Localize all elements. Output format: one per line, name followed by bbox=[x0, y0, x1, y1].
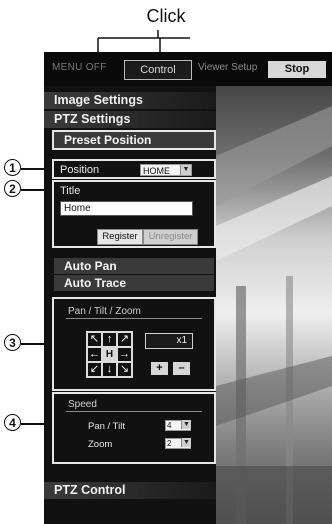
pan-up-right-icon[interactable]: ↗ bbox=[118, 333, 131, 346]
click-annotation-bracket bbox=[97, 30, 190, 60]
zoom-speed-label: Zoom bbox=[88, 439, 113, 450]
title-input[interactable]: Home bbox=[60, 201, 193, 216]
sidebar-item-auto-pan[interactable]: Auto Pan bbox=[54, 258, 214, 274]
pan-right-icon[interactable]: → bbox=[118, 348, 131, 361]
speed-title: Speed bbox=[68, 399, 97, 410]
stop-button[interactable]: Stop bbox=[268, 61, 326, 78]
callout-2: 2 bbox=[4, 180, 21, 197]
callout-3-leader bbox=[21, 343, 52, 345]
callout-4: 4 bbox=[4, 414, 21, 431]
pan-down-left-icon[interactable]: ↙ bbox=[88, 363, 101, 376]
register-button[interactable]: Register bbox=[97, 229, 143, 245]
camera-scene-image bbox=[216, 106, 332, 524]
sidebar-item-image-settings[interactable]: Image Settings bbox=[44, 92, 216, 109]
tab-viewer-setup[interactable]: Viewer Setup bbox=[198, 62, 257, 73]
pan-down-right-icon[interactable]: ↘ bbox=[118, 363, 131, 376]
unregister-button[interactable]: Unregister bbox=[143, 229, 198, 245]
pan-left-icon[interactable]: ← bbox=[88, 348, 101, 361]
callout-2-leader bbox=[21, 189, 52, 191]
chevron-down-icon[interactable]: ▼ bbox=[181, 420, 191, 429]
pan-tilt-speed-label: Pan / Tilt bbox=[88, 421, 125, 432]
callout-3: 3 bbox=[4, 334, 21, 351]
speed-divider bbox=[66, 411, 202, 412]
pan-up-left-icon[interactable]: ↖ bbox=[88, 333, 101, 346]
zoom-level-display: x1 bbox=[145, 333, 193, 349]
pan-tilt-zoom-divider bbox=[66, 318, 202, 319]
zoom-out-button[interactable]: – bbox=[173, 362, 190, 375]
chevron-down-icon[interactable]: ▼ bbox=[180, 165, 191, 175]
zoom-in-button[interactable]: + bbox=[151, 362, 168, 375]
sidebar-item-ptz-settings[interactable]: PTZ Settings bbox=[44, 111, 216, 128]
sidebar-item-auto-trace[interactable]: Auto Trace bbox=[54, 275, 214, 291]
tilt-up-icon[interactable]: ↑ bbox=[103, 333, 116, 346]
home-position-button[interactable]: H bbox=[103, 348, 116, 361]
tilt-down-icon[interactable]: ↓ bbox=[103, 363, 116, 376]
sidebar-item-ptz-control[interactable]: PTZ Control bbox=[44, 482, 216, 499]
menu-off-toggle[interactable]: MENU OFF bbox=[52, 62, 107, 73]
title-label: Title bbox=[60, 185, 81, 197]
callout-4-leader bbox=[21, 423, 52, 425]
tab-control[interactable]: Control bbox=[124, 60, 192, 80]
position-label: Position bbox=[60, 164, 100, 176]
callout-1: 1 bbox=[4, 159, 21, 176]
sidebar-item-preset-position[interactable]: Preset Position bbox=[54, 132, 214, 148]
callout-1-leader bbox=[21, 168, 52, 170]
camera-view bbox=[216, 86, 332, 524]
pan-tilt-zoom-title: Pan / Tilt / Zoom bbox=[68, 306, 141, 317]
chevron-down-icon[interactable]: ▼ bbox=[181, 438, 191, 447]
